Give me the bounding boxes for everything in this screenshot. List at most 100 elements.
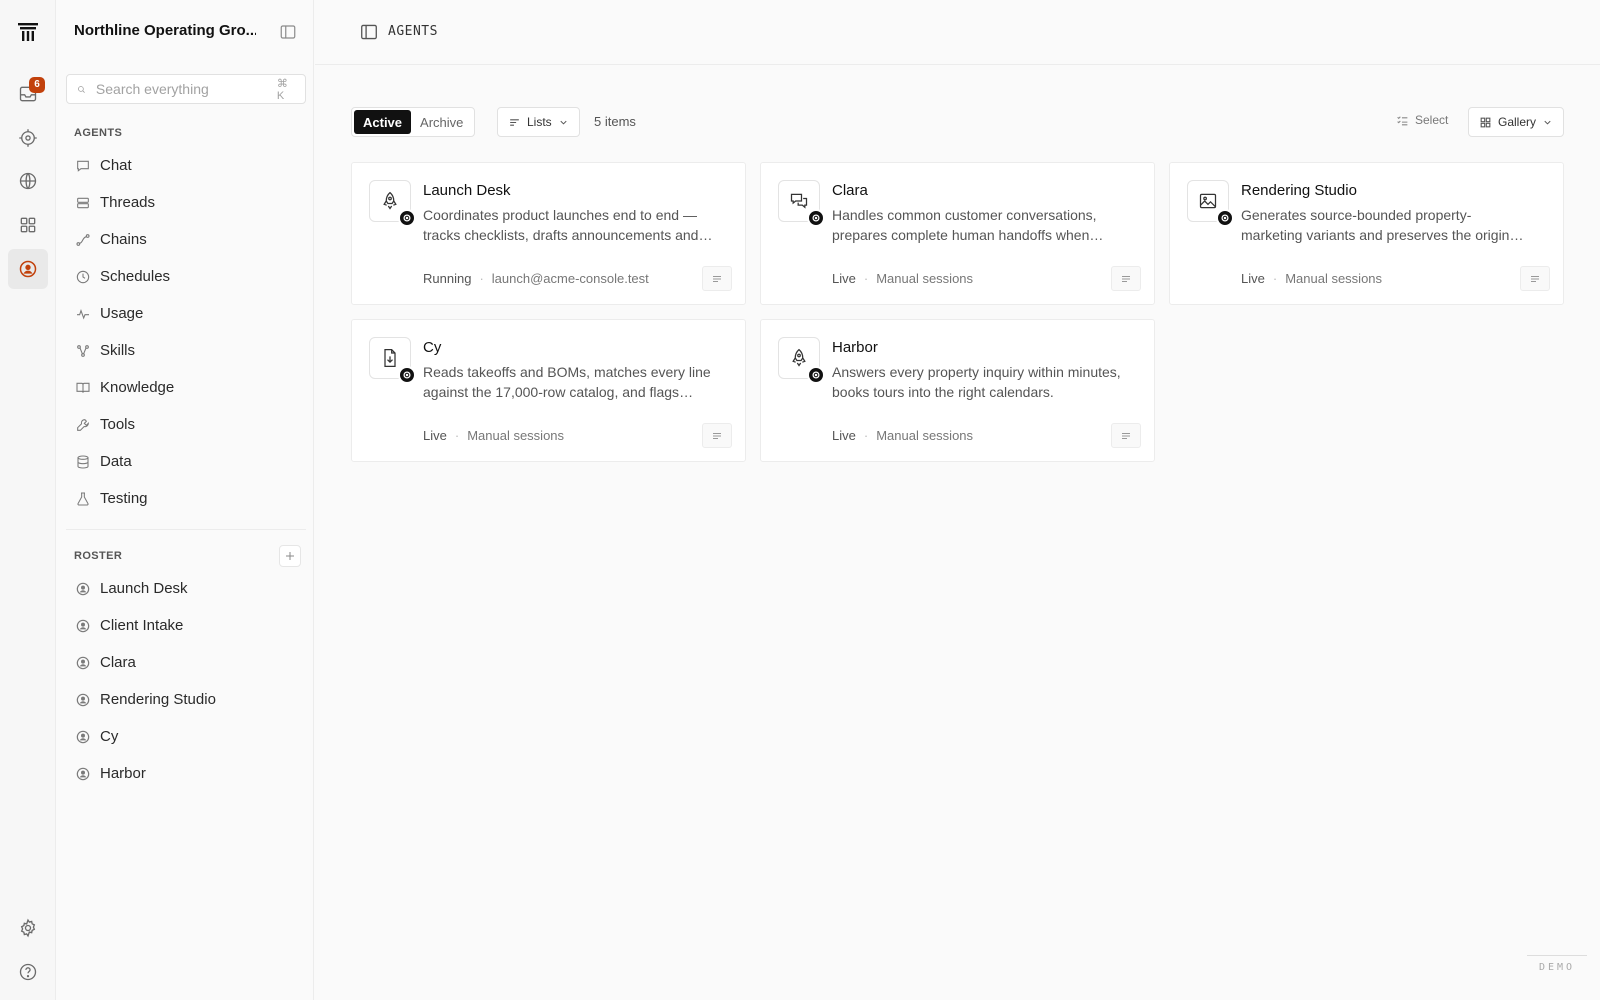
threads-icon [77, 197, 89, 208]
rail-agents-button[interactable] [8, 249, 48, 289]
nav-item-knowledge[interactable]: Knowledge [66, 369, 306, 406]
agents-section-title: AGENTS [74, 127, 123, 139]
tab-active[interactable]: Active [354, 110, 412, 134]
card-meta: Running · launch@acme-console.test [423, 271, 649, 286]
target-icon [19, 129, 37, 147]
card-meta: Live · Manual sessions [423, 428, 565, 443]
agent-card-rendering-studio[interactable]: Rendering Studio Generates source-bounde… [1169, 162, 1564, 305]
rail-inbox-button[interactable]: 6 [8, 74, 48, 114]
card-menu-button[interactable] [702, 266, 732, 291]
card-menu-button[interactable] [1111, 423, 1141, 448]
nav-item-usage[interactable]: Usage [66, 295, 306, 332]
inbox-badge: 6 [29, 77, 45, 93]
org-name[interactable]: Northline Operating Gro... [74, 22, 256, 39]
agent-user-icon [76, 693, 90, 706]
nav-item-label: Data [100, 453, 132, 470]
wrench-icon [77, 418, 89, 431]
nav-item-tools[interactable]: Tools [66, 406, 306, 443]
nav-item-chat[interactable]: Chat [66, 147, 306, 184]
rail-target-button[interactable] [8, 118, 48, 158]
card-subtitle: Manual sessions [1285, 271, 1383, 286]
roster-item-label: Rendering Studio [100, 691, 216, 708]
logo-icon[interactable] [16, 20, 40, 44]
nav-item-skills[interactable]: Skills [66, 332, 306, 369]
nav-item-label: Tools [100, 416, 136, 433]
nav-item-label: Chains [100, 231, 147, 248]
card-title: Rendering Studio [1241, 182, 1357, 199]
card-title: Launch Desk [423, 182, 511, 199]
grid-icon [20, 217, 36, 233]
nav-item-label: Usage [100, 305, 144, 322]
card-subtitle: launch@acme-console.test [491, 271, 649, 286]
list-icon [1122, 432, 1130, 439]
roster-item-label: Clara [100, 654, 136, 671]
agent-card-clara[interactable]: Clara Handles common customer conversati… [760, 162, 1155, 305]
chains-icon [76, 233, 90, 246]
nav-item-schedules[interactable]: Schedules [66, 258, 306, 295]
page-header: AGENTS [315, 0, 1600, 65]
roster-item-cy[interactable]: Cy [66, 718, 306, 755]
rail-settings-button[interactable] [8, 908, 48, 948]
rail-apps-button[interactable] [8, 205, 48, 245]
roster-item-launch-desk[interactable]: Launch Desk [66, 570, 306, 607]
sidebar-divider [66, 529, 306, 530]
agent-card-launch-desk[interactable]: Launch Desk Coordinates product launches… [351, 162, 746, 305]
globe-icon [19, 172, 37, 190]
image-icon [1199, 193, 1217, 209]
card-menu-button[interactable] [1111, 266, 1141, 291]
chat-bubbles-icon [790, 193, 808, 209]
card-status: Live [832, 428, 856, 443]
nav-item-label: Threads [100, 194, 156, 211]
roster-item-clara[interactable]: Clara [66, 644, 306, 681]
add-roster-button[interactable] [279, 545, 301, 567]
card-description: Generates source-bounded property-market… [1241, 207, 1521, 243]
agents-nav: Chat Threads Chains Schedules Usage Skil… [66, 147, 306, 517]
roster-item-harbor[interactable]: Harbor [66, 755, 306, 792]
roster-item-rendering-studio[interactable]: Rendering Studio [66, 681, 306, 718]
rocket-icon [792, 348, 806, 367]
nav-item-chains[interactable]: Chains [66, 221, 306, 258]
card-menu-button[interactable] [1520, 266, 1550, 291]
demo-watermark: DEMO [1527, 955, 1587, 973]
search-box[interactable]: ⌘ K [66, 74, 306, 104]
status-dot [1216, 209, 1234, 227]
chevron-down-icon [1544, 120, 1551, 125]
nav-item-threads[interactable]: Threads [66, 184, 306, 221]
lines-icon [510, 118, 519, 126]
lists-dropdown[interactable]: Lists [497, 107, 580, 137]
roster-item-label: Harbor [100, 765, 146, 782]
agent-card-cy[interactable]: Cy Reads takeoffs and BOMs, matches ever… [351, 319, 746, 462]
card-meta: Live · Manual sessions [832, 271, 974, 286]
card-subtitle: Manual sessions [467, 428, 565, 443]
select-button[interactable]: Select [1396, 113, 1448, 127]
card-title: Clara [832, 182, 868, 199]
agent-avatar [778, 180, 825, 227]
agent-avatar [369, 337, 416, 384]
agent-user-icon [76, 767, 90, 780]
sidebar-toggle-icon[interactable] [279, 23, 297, 41]
search-input[interactable] [95, 81, 277, 97]
rail-help-button[interactable] [8, 952, 48, 992]
roster-item-client-intake[interactable]: Client Intake [66, 607, 306, 644]
checklist-icon [1397, 115, 1408, 125]
list-icon [713, 275, 721, 282]
view-dropdown[interactable]: Gallery [1468, 107, 1565, 137]
nav-item-label: Schedules [100, 268, 171, 285]
nav-item-data[interactable]: Data [66, 443, 306, 480]
skills-icon [77, 344, 89, 357]
roster-nav: Launch Desk Client Intake Clara Renderin… [66, 570, 306, 792]
card-menu-button[interactable] [702, 423, 732, 448]
rocket-icon [383, 191, 397, 210]
flask-icon [77, 491, 89, 506]
nav-item-testing[interactable]: Testing [66, 480, 306, 517]
panel-icon[interactable] [360, 24, 378, 40]
list-icon [1531, 275, 1539, 282]
gear-icon [20, 918, 36, 938]
card-description: Coordinates product launches end to end … [423, 207, 699, 243]
agent-card-harbor[interactable]: Harbor Answers every property inquiry wi… [760, 319, 1155, 462]
nav-item-label: Knowledge [100, 379, 175, 396]
tab-archive[interactable]: Archive [411, 110, 472, 134]
list-icon [713, 432, 721, 439]
sidebar: Northline Operating Gro... ⌘ K AGENTS Ch… [57, 0, 314, 1000]
rail-globe-button[interactable] [8, 161, 48, 201]
